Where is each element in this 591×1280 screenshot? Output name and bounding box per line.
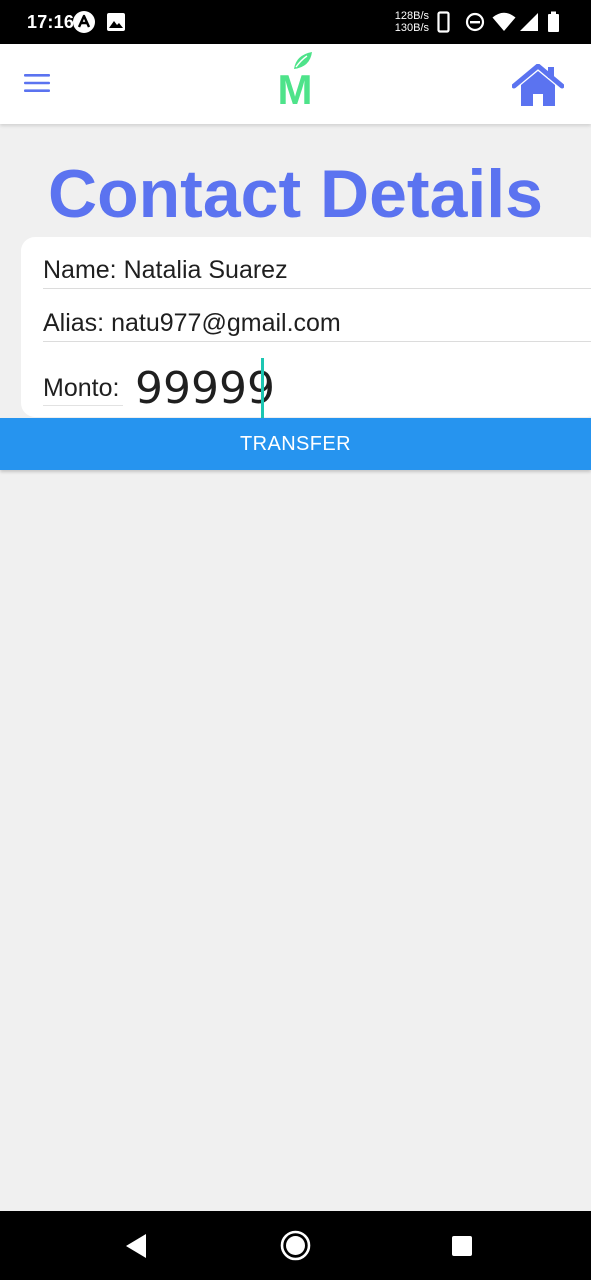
- app-screen: 17:16 128B/s 130B/s M Contact Details Na…: [0, 0, 591, 1280]
- name-value: Natalia Suarez: [123, 256, 288, 284]
- alias-label: Alias:: [43, 309, 105, 337]
- name-label: Name:: [43, 256, 117, 284]
- back-icon[interactable]: [124, 1233, 148, 1259]
- alias-value: natu977@gmail.com: [111, 309, 341, 337]
- net-up-speed: 128B/s: [394, 10, 429, 22]
- status-bar: 17:16 128B/s 130B/s: [0, 0, 591, 44]
- text-cursor: [261, 358, 264, 418]
- app-logo: M: [278, 52, 313, 108]
- contact-details-card: Name: Natalia Suarez Alias: natu977@gmai…: [21, 237, 591, 418]
- navigation-bar: [0, 1211, 591, 1280]
- home-icon[interactable]: [512, 64, 564, 108]
- recents-icon[interactable]: [451, 1235, 473, 1257]
- image-notification-icon: [107, 13, 125, 31]
- app-header: M: [0, 44, 591, 124]
- status-time: 17:16: [27, 12, 75, 32]
- net-down-speed: 130B/s: [394, 22, 429, 34]
- amount-label: Monto:: [43, 371, 124, 406]
- page-title: Contact Details: [48, 156, 543, 232]
- alias-row: Alias: natu977@gmail.com: [43, 306, 591, 342]
- transfer-button[interactable]: TRANSFER: [0, 418, 591, 470]
- battery-icon: [548, 11, 559, 32]
- logo-letter: M: [278, 66, 313, 108]
- network-speed: 128B/s 130B/s: [387, 10, 429, 34]
- name-row: Name: Natalia Suarez: [43, 253, 591, 289]
- app-notification-icon: [73, 11, 95, 33]
- vibrate-icon: [437, 11, 450, 33]
- hamburger-menu-icon[interactable]: [22, 71, 52, 95]
- amount-input[interactable]: [135, 359, 435, 417]
- wifi-icon: [492, 12, 516, 31]
- signal-icon: [520, 13, 538, 31]
- do-not-disturb-icon: [465, 12, 485, 32]
- home-circle-icon[interactable]: [280, 1230, 311, 1261]
